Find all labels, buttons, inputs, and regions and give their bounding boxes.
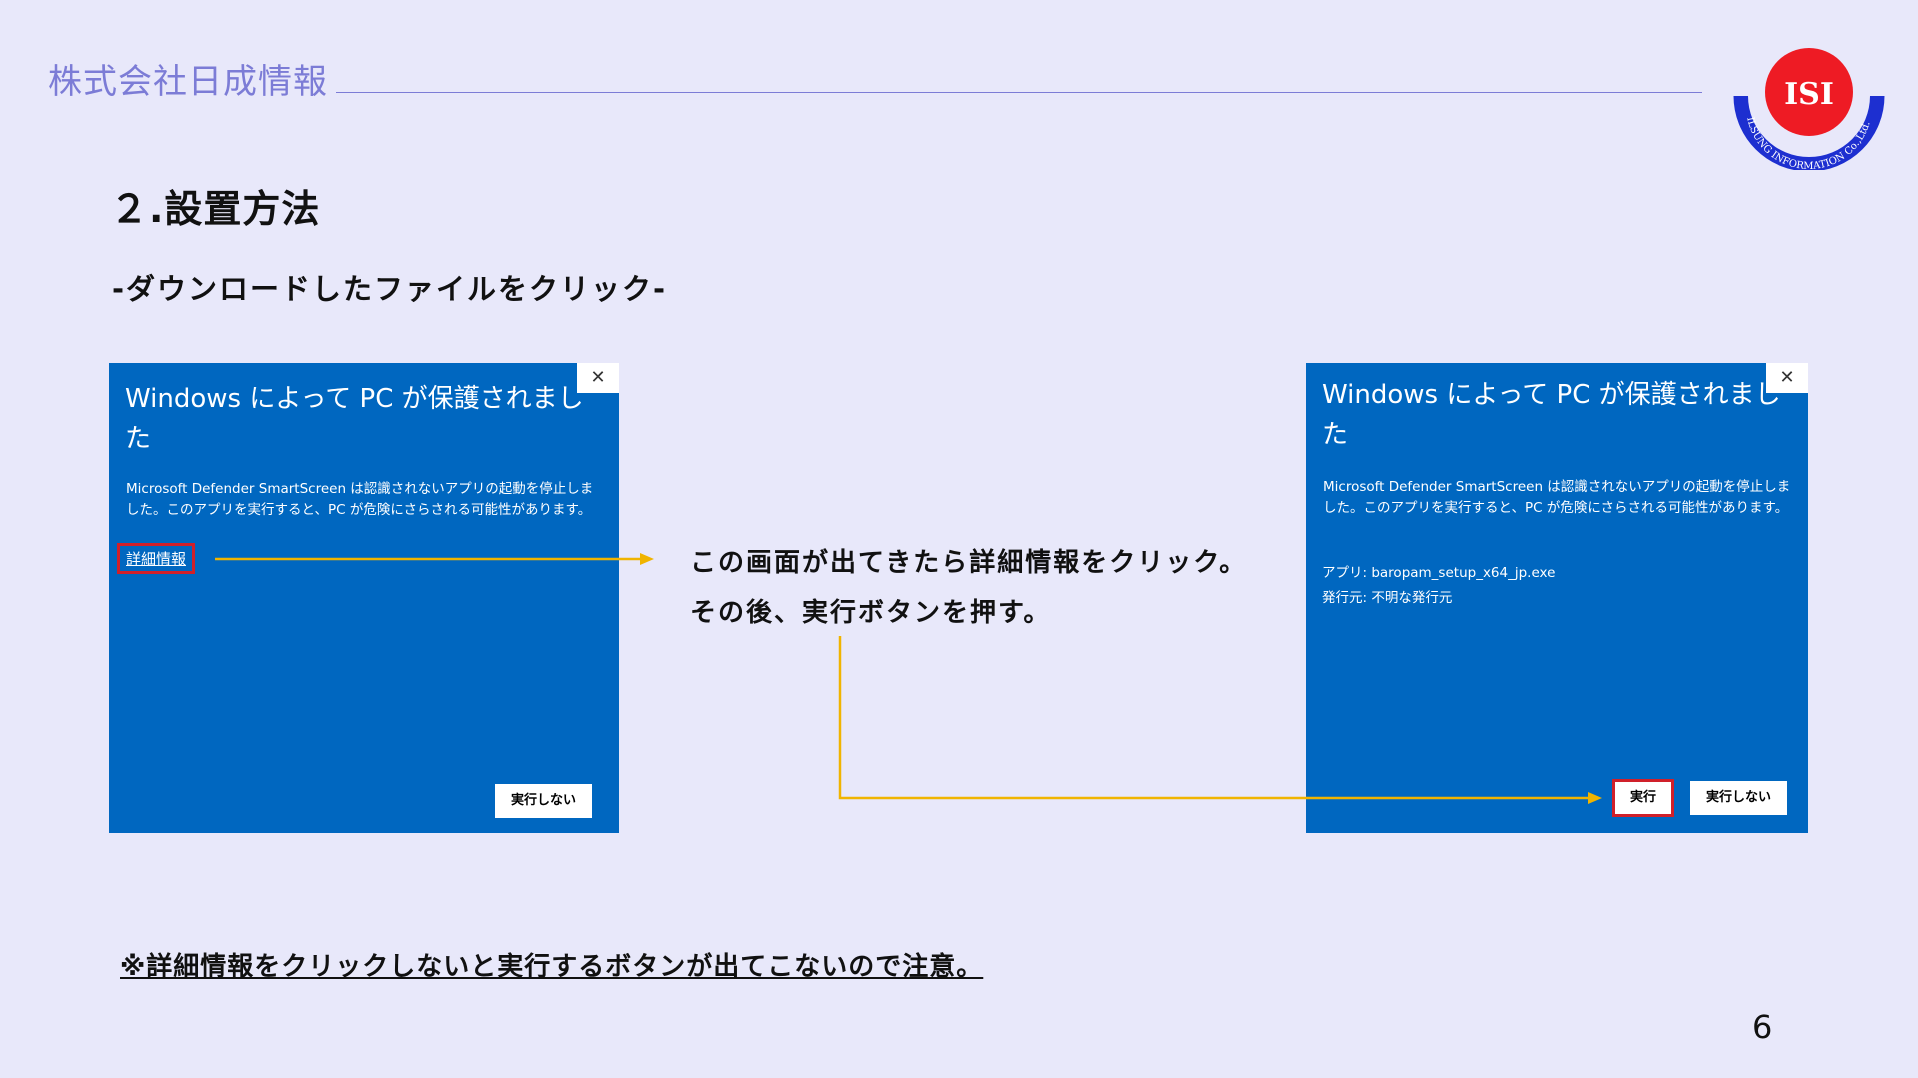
warning-note: ※詳細情報をクリックしないと実行するボタンが出てこないので注意。 (120, 952, 984, 982)
arrow-head-run (1588, 792, 1602, 804)
page-number: 6 (1752, 1008, 1773, 1046)
arrow-to-run-button (838, 636, 1590, 800)
arrow-head-instruction (640, 553, 654, 565)
connector-arrows (215, 553, 1602, 804)
